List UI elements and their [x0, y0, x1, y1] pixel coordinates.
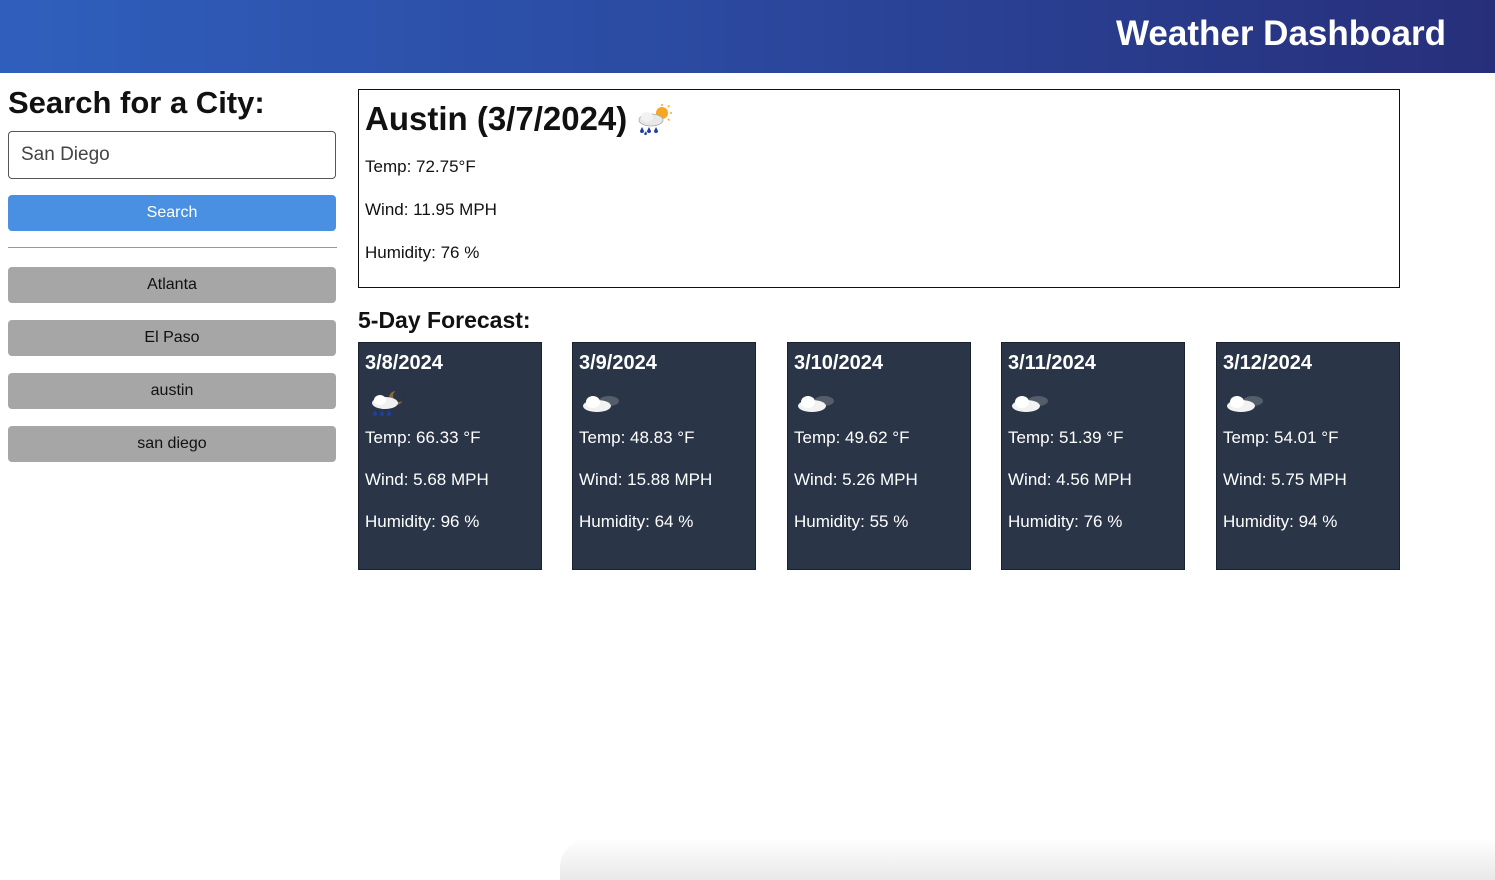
window-edge-shadow [560, 838, 1495, 880]
forecast-temp: Temp: 51.39 °F [1008, 428, 1124, 447]
forecast-humidity: Humidity: 64 % [579, 512, 694, 531]
forecast-date: 3/10/2024 [794, 352, 883, 374]
forecast-temp: Temp: 54.01 °F [1223, 428, 1339, 447]
forecast-wind: Wind: 15.88 MPH [579, 470, 713, 489]
forecast-card-day-5: 3/12/2024 Temp: 54.01 °F Wind: 5.75 MPH … [1216, 342, 1400, 570]
forecast-wind: Wind: 5.26 MPH [794, 470, 918, 489]
forecast-wind: Wind: 5.68 MPH [365, 470, 489, 489]
forecast-cards: 3/8/2024 Temp: 66.33 °F Wind: 5.68 MPH H… [358, 342, 1400, 570]
current-temp: Temp: 72.75°F [365, 157, 476, 176]
page-header: Weather Dashboard [0, 0, 1495, 73]
forecast-humidity: Humidity: 94 % [1223, 512, 1338, 531]
forecast-date: 3/8/2024 [365, 352, 443, 374]
forecast-date: 3/11/2024 [1008, 352, 1096, 374]
history-button-san-diego[interactable]: san diego [8, 426, 336, 462]
cloud-moon-icon [1012, 396, 1048, 412]
forecast-temp: Temp: 66.33 °F [365, 428, 481, 447]
cloud-moon-icon [583, 396, 619, 412]
search-button[interactable]: Search [8, 195, 336, 231]
forecast-wind: Wind: 5.75 MPH [1223, 470, 1347, 489]
forecast-temp: Temp: 49.62 °F [794, 428, 910, 447]
sidebar-divider [8, 247, 337, 248]
current-humidity: Humidity: 76 % [365, 243, 480, 262]
forecast-card-day-3: 3/10/2024 Temp: 49.62 °F Wind: 5.26 MPH … [787, 342, 971, 570]
current-wind: Wind: 11.95 MPH [365, 200, 497, 219]
history-button-atlanta[interactable]: Atlanta [8, 267, 336, 303]
forecast-humidity: Humidity: 96 % [365, 512, 480, 531]
forecast-card-day-2: 3/9/2024 Temp: 48.83 °F Wind: 15.88 MPH … [572, 342, 756, 570]
search-sidebar: Search for a City: Search Atlanta El Pas… [8, 84, 337, 479]
cloud-moon-icon [1227, 396, 1263, 412]
forecast-card-day-4: 3/11/2024 Temp: 51.39 °F Wind: 4.56 MPH … [1001, 342, 1185, 570]
rain-cloud-sun-icon [638, 104, 673, 135]
forecast-date: 3/9/2024 [579, 352, 657, 374]
forecast-date: 3/12/2024 [1223, 352, 1312, 374]
search-history: Atlanta El Paso austin san diego [8, 267, 336, 462]
forecast-humidity: Humidity: 55 % [794, 512, 909, 531]
rain-cloud-moon-icon [372, 390, 405, 416]
forecast-humidity: Humidity: 76 % [1008, 512, 1123, 531]
search-heading: Search for a City: [8, 85, 265, 120]
cloud-moon-icon [798, 396, 834, 412]
history-button-austin[interactable]: austin [8, 373, 336, 409]
page-title: Weather Dashboard [1116, 14, 1446, 53]
forecast-temp: Temp: 48.83 °F [579, 428, 695, 447]
forecast-card-day-1: 3/8/2024 Temp: 66.33 °F Wind: 5.68 MPH H… [358, 342, 542, 570]
current-weather-title: Austin (3/7/2024) [365, 99, 1393, 139]
current-weather-panel: Austin (3/7/2024) Temp: 72.75°F Wind: 11… [358, 89, 1400, 288]
forecast-heading: 5-Day Forecast: [358, 307, 531, 333]
current-city-date: Austin (3/7/2024) [365, 100, 628, 137]
forecast-wind: Wind: 4.56 MPH [1008, 470, 1132, 489]
history-button-el-paso[interactable]: El Paso [8, 320, 336, 356]
city-search-input[interactable] [8, 131, 336, 179]
